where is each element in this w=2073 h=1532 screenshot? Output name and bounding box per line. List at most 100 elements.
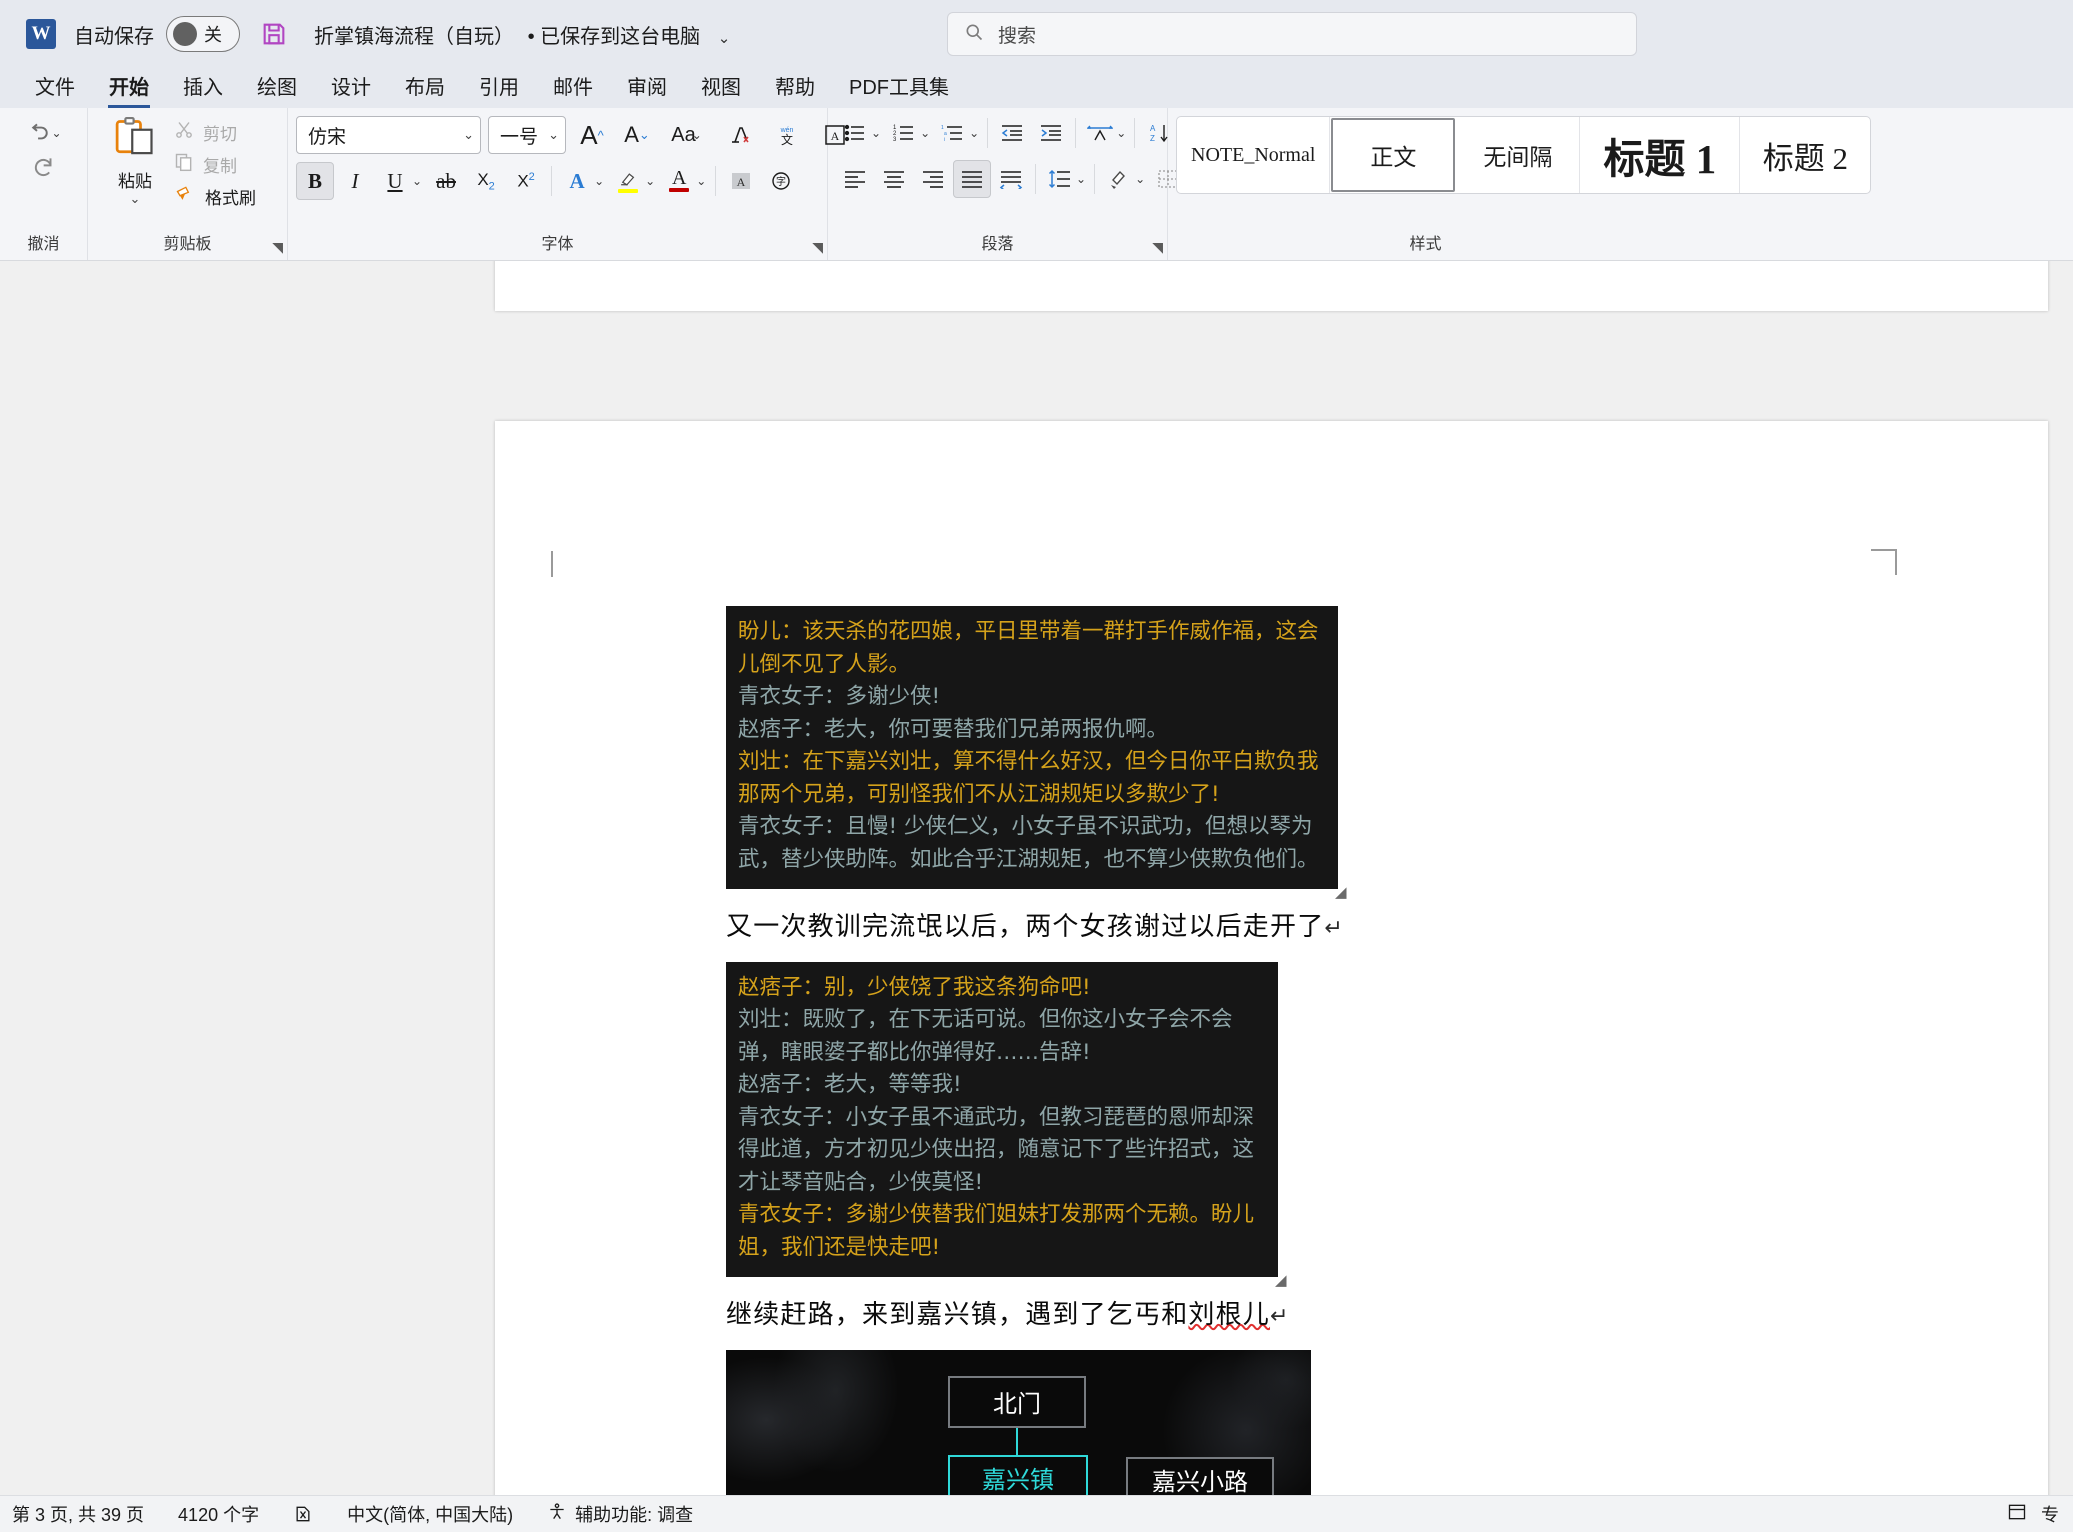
bold-icon[interactable]: B — [296, 162, 334, 200]
style-heading-2[interactable]: 标题 2 — [1740, 117, 1870, 193]
search-input[interactable]: 搜索 — [947, 12, 1637, 56]
paragraph-text-1[interactable]: 又一次教训完流氓以后，两个女孩谢过以后走开了↵ — [726, 906, 1816, 943]
shading-icon[interactable] — [1100, 160, 1138, 198]
italic-icon[interactable]: I — [336, 162, 374, 200]
font-name-chevron-down-icon[interactable]: ⌄ — [463, 127, 474, 143]
shading-chevron-down-icon[interactable]: ⌄ — [1135, 172, 1145, 186]
clipboard-dialog-launcher[interactable]: ◥ — [272, 239, 283, 256]
tab-design[interactable]: 设计 — [314, 67, 388, 108]
align-left-icon[interactable] — [836, 160, 874, 198]
tab-review[interactable]: 审阅 — [610, 67, 684, 108]
clear-formatting-icon[interactable] — [720, 116, 758, 154]
highlight-color-icon[interactable] — [609, 162, 647, 200]
align-right-icon[interactable] — [914, 160, 952, 198]
document-page-current[interactable]: 盼儿：该天杀的花四娘，平日里带着一群打手作威作福，这会儿倒不见了人影。 青衣女子… — [495, 421, 2048, 1495]
focus-mode-icon[interactable] — [2007, 1502, 2027, 1527]
document-title[interactable]: 折掌镇海流程（自玩） • 已保存到这台电脑 ⌄ — [314, 20, 730, 49]
enclose-character-icon[interactable]: 字 — [762, 162, 800, 200]
font-size-chevron-down-icon[interactable]: ⌄ — [548, 127, 559, 143]
align-center-icon[interactable] — [875, 160, 913, 198]
text-effects-icon[interactable]: A — [558, 162, 596, 200]
font-name-value: 仿宋 — [308, 126, 347, 148]
status-right-label[interactable]: 专 — [2041, 1501, 2059, 1527]
tab-references[interactable]: 引用 — [462, 67, 536, 108]
superscript-icon[interactable]: X2 — [507, 162, 545, 200]
accessibility-indicator[interactable]: 辅助功能: 调查 — [547, 1501, 693, 1527]
ribbon-tabs: 文件 开始 插入 绘图 设计 布局 引用 邮件 审阅 视图 帮助 PDF工具集 — [0, 68, 2073, 108]
tab-draw[interactable]: 绘图 — [240, 67, 314, 108]
distribute-icon[interactable] — [992, 160, 1030, 198]
font-dialog-launcher[interactable]: ◥ — [812, 239, 823, 256]
copy-button[interactable]: 复制 — [174, 152, 256, 177]
subscript-icon[interactable]: X2 — [467, 162, 505, 200]
document-canvas[interactable]: 盼儿：该天杀的花四娘，平日里带着一群打手作威作福，这会儿倒不见了人影。 青衣女子… — [0, 261, 2073, 1495]
redo-button[interactable] — [29, 154, 59, 185]
strikethrough-icon[interactable]: ab — [427, 162, 465, 200]
image-resize-handle[interactable]: ◢ — [1275, 1269, 1291, 1289]
flow-node-label: 嘉兴小路 — [1152, 1468, 1248, 1495]
styles-gallery[interactable]: NOTE_Normal 正文 无间隔 标题 1 标题 2 — [1176, 116, 1872, 194]
highlight-chevron-down-icon[interactable]: ⌄ — [645, 174, 655, 188]
underline-icon[interactable]: U — [376, 162, 414, 200]
tab-mailings[interactable]: 邮件 — [536, 67, 610, 108]
multilevel-list-icon[interactable]: 1 a i — [934, 114, 972, 152]
style-note-normal[interactable]: NOTE_Normal — [1177, 117, 1331, 193]
image-resize-handle[interactable]: ◢ — [1335, 881, 1351, 901]
font-name-combo[interactable]: 仿宋 ⌄ — [296, 116, 481, 154]
tab-home[interactable]: 开始 — [92, 67, 166, 108]
text-effects-chevron-down-icon[interactable]: ⌄ — [594, 174, 604, 188]
style-no-spacing[interactable]: 无间隔 — [1456, 117, 1581, 193]
tab-help[interactable]: 帮助 — [758, 67, 832, 108]
grow-font-icon[interactable]: A ^ — [573, 116, 611, 154]
line-spacing-icon[interactable] — [1041, 160, 1079, 198]
undo-chevron-down-icon[interactable]: ⌄ — [51, 126, 61, 140]
page-indicator[interactable]: 第 3 页, 共 39 页 — [12, 1501, 144, 1527]
paragraph-text-2[interactable]: 继续赶路，来到嘉兴镇，遇到了乞丐和刘根儿↵ — [726, 1294, 1816, 1331]
tab-view[interactable]: 视图 — [684, 67, 758, 108]
chevron-down-icon[interactable]: ⌄ — [718, 30, 731, 47]
paragraph-dialog-launcher[interactable]: ◥ — [1152, 239, 1163, 256]
phonetic-guide-icon[interactable]: wén 文 — [765, 116, 809, 154]
decrease-indent-icon[interactable] — [993, 114, 1031, 152]
shrink-font-icon[interactable]: A ⌄ — [618, 116, 656, 154]
proofing-icon[interactable] — [293, 1504, 313, 1524]
change-case-icon[interactable]: Aa ⌄ — [663, 116, 713, 154]
tab-pdf-tools[interactable]: PDF工具集 — [832, 67, 966, 108]
save-icon[interactable] — [260, 20, 288, 48]
dialogue-block-2[interactable]: 赵痞子：别，少侠饶了我这条狗命吧! 刘壮：既败了，在下无话可说。但你这小女子会不… — [726, 961, 1287, 1289]
tab-insert[interactable]: 插入 — [166, 67, 240, 108]
increase-indent-icon[interactable] — [1032, 114, 1070, 152]
undo-button[interactable]: ⌄ — [22, 120, 64, 146]
line-spacing-chevron-down-icon[interactable]: ⌄ — [1076, 172, 1086, 186]
font-color-icon[interactable]: A — [660, 162, 698, 200]
paste-chevron-down-icon[interactable]: ⌄ — [130, 192, 141, 205]
multilevel-chevron-down-icon[interactable]: ⌄ — [969, 126, 979, 140]
autosave-state: 关 — [204, 25, 222, 45]
bullet-list-icon[interactable] — [836, 114, 874, 152]
numbering-chevron-down-icon[interactable]: ⌄ — [920, 126, 930, 140]
numbered-list-icon[interactable]: 1 2 3 — [885, 114, 923, 152]
flowchart-image[interactable]: 北门 嘉兴镇 嘉兴小路 — [726, 1349, 1311, 1495]
character-shading-icon[interactable]: A — [722, 162, 760, 200]
language-indicator[interactable]: 中文(简体, 中国大陆) — [347, 1501, 513, 1527]
format-painter-button[interactable]: 格式刷 — [174, 184, 256, 209]
bullets-chevron-down-icon[interactable]: ⌄ — [871, 126, 881, 140]
asian-layout-chevron-down-icon[interactable]: ⌄ — [1116, 126, 1126, 140]
tab-layout[interactable]: 布局 — [388, 67, 462, 108]
asian-layout-icon[interactable] — [1081, 114, 1119, 152]
style-body-text[interactable]: 正文 — [1331, 118, 1456, 192]
style-heading-1[interactable]: 标题 1 — [1580, 117, 1741, 193]
svg-text:A: A — [737, 175, 746, 189]
autosave-toggle[interactable]: 关 — [166, 16, 240, 52]
cut-button[interactable]: 剪切 — [174, 120, 256, 145]
document-body[interactable]: 盼儿：该天杀的花四娘，平日里带着一群打手作威作福，这会儿倒不见了人影。 青衣女子… — [726, 606, 1816, 1495]
paste-button[interactable]: 粘贴 ⌄ — [96, 114, 174, 205]
dialogue-block-1[interactable]: 盼儿：该天杀的花四娘，平日里带着一群打手作威作福，这会儿倒不见了人影。 青衣女子… — [726, 606, 1347, 901]
tab-file[interactable]: 文件 — [18, 67, 92, 108]
word-count[interactable]: 4120 个字 — [178, 1501, 259, 1527]
dialogue-line: 青衣女子：小女子虽不通武功，但教习琵琶的恩师却深得此道，方才初见少侠出招，随意记… — [738, 1104, 1255, 1195]
font-size-combo[interactable]: 一号 ⌄ — [488, 116, 566, 154]
font-color-chevron-down-icon[interactable]: ⌄ — [696, 174, 706, 188]
underline-chevron-down-icon[interactable]: ⌄ — [412, 174, 422, 188]
justify-icon[interactable] — [953, 160, 991, 198]
